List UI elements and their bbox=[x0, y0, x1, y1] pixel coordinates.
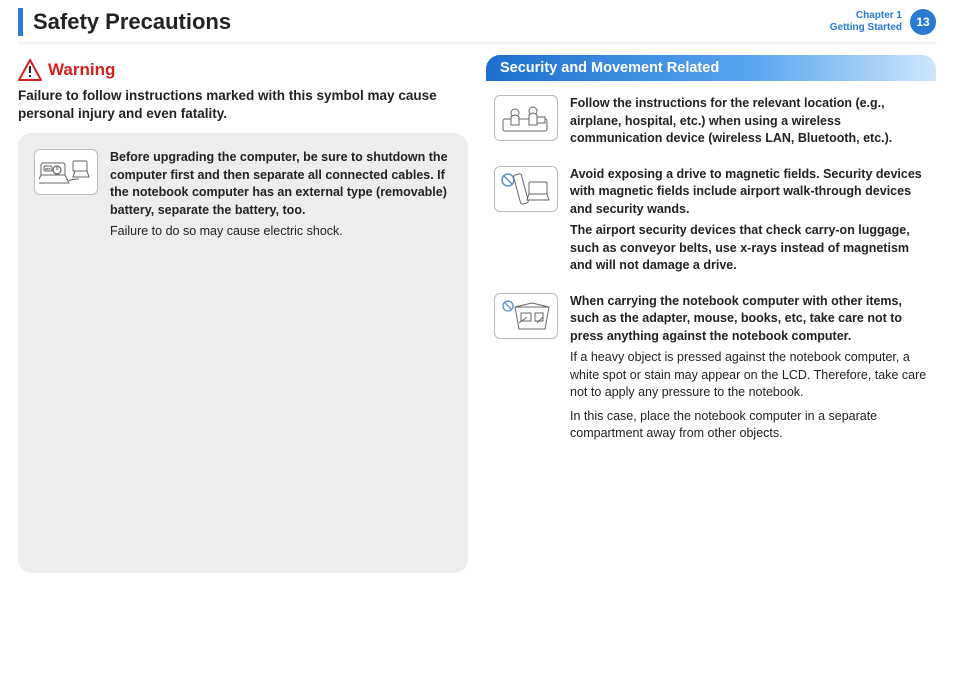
precaution-text: Avoid exposing a drive to magnetic field… bbox=[570, 166, 928, 279]
header-right: Chapter 1 Getting Started 13 bbox=[830, 9, 936, 35]
chapter-line1: Chapter 1 bbox=[830, 10, 902, 22]
carrying-bag-icon bbox=[494, 293, 558, 339]
precaution-plain: Failure to do so may cause electric shoc… bbox=[110, 223, 452, 241]
warning-triangle-icon bbox=[18, 59, 42, 81]
precaution-text: Follow the instructions for the relevant… bbox=[570, 95, 928, 152]
precaution-bold: Before upgrading the computer, be sure t… bbox=[110, 149, 452, 219]
right-column: Security and Movement Related Follow the… bbox=[486, 55, 936, 573]
section-banner: Security and Movement Related bbox=[486, 55, 936, 81]
precaution-item: Follow the instructions for the relevant… bbox=[494, 95, 928, 152]
page-number-badge: 13 bbox=[910, 9, 936, 35]
precaution-bold: Follow the instructions for the relevant… bbox=[570, 95, 928, 148]
magnetic-field-icon bbox=[494, 166, 558, 212]
precaution-bold-2: The airport security devices that check … bbox=[570, 222, 928, 275]
precaution-item: OFF Before upgrading the computer, be su… bbox=[34, 149, 452, 241]
content-columns: Warning Failure to follow instructions m… bbox=[0, 55, 954, 573]
chapter-label: Chapter 1 Getting Started bbox=[830, 10, 902, 34]
left-card: OFF Before upgrading the computer, be su… bbox=[18, 133, 468, 573]
right-body: Follow the instructions for the relevant… bbox=[486, 81, 936, 443]
header-left: Safety Precautions bbox=[18, 8, 231, 36]
precaution-bold: When carrying the notebook computer with… bbox=[570, 293, 928, 346]
precaution-item: When carrying the notebook computer with… bbox=[494, 293, 928, 443]
svg-text:OFF: OFF bbox=[45, 167, 51, 171]
left-column: Warning Failure to follow instructions m… bbox=[18, 55, 468, 573]
precaution-text: Before upgrading the computer, be sure t… bbox=[110, 149, 452, 241]
warning-label: Warning bbox=[48, 60, 115, 80]
precaution-item: Avoid exposing a drive to magnetic field… bbox=[494, 166, 928, 279]
airplane-wireless-icon bbox=[494, 95, 558, 141]
header-divider bbox=[18, 42, 936, 43]
precaution-bold: Avoid exposing a drive to magnetic field… bbox=[570, 166, 928, 219]
precaution-plain-2: In this case, place the notebook compute… bbox=[570, 408, 928, 443]
upgrade-shutdown-icon: OFF bbox=[34, 149, 98, 195]
title-accent-bar bbox=[18, 8, 23, 36]
precaution-plain-1: If a heavy object is pressed against the… bbox=[570, 349, 928, 402]
warning-subtext: Failure to follow instructions marked wi… bbox=[18, 87, 468, 123]
page-title: Safety Precautions bbox=[33, 9, 231, 35]
warning-heading: Warning bbox=[18, 59, 468, 81]
precaution-text: When carrying the notebook computer with… bbox=[570, 293, 928, 443]
page-header: Safety Precautions Chapter 1 Getting Sta… bbox=[0, 0, 954, 40]
chapter-line2: Getting Started bbox=[830, 22, 902, 34]
